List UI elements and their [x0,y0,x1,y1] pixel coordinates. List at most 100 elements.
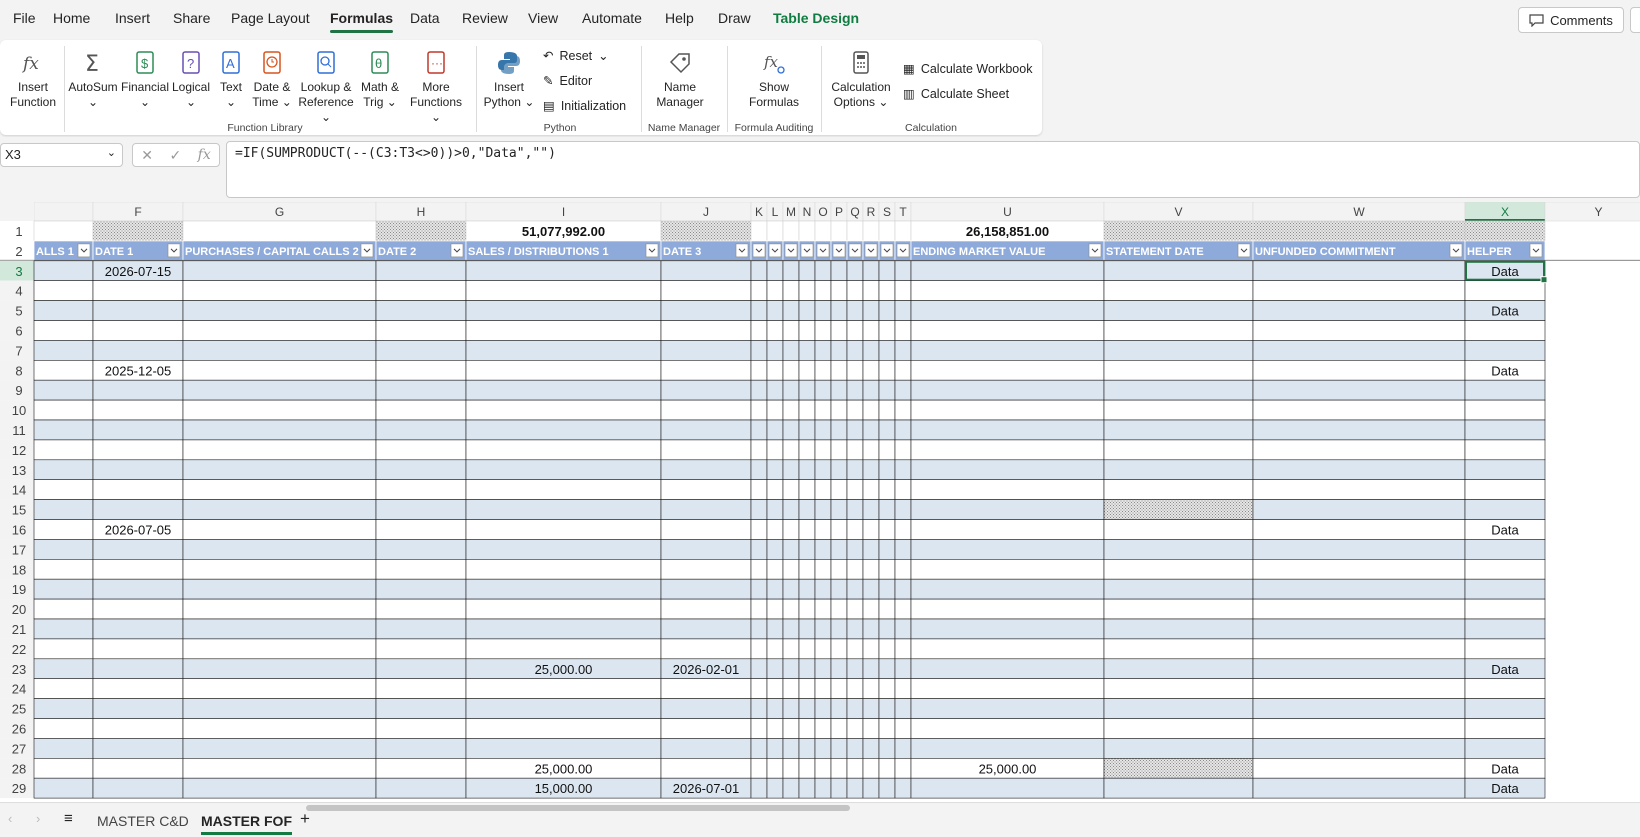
cell[interactable] [782,280,800,301]
cell[interactable] [798,558,816,580]
cell[interactable] [182,379,377,401]
cell[interactable] [1103,260,1254,281]
editor-button[interactable]: ✎ Editor [543,73,592,89]
insert-function-icon[interactable]: fx [198,147,211,163]
cell[interactable] [1464,558,1546,580]
cell[interactable] [1252,598,1466,620]
cell[interactable] [782,379,800,401]
cell[interactable] [375,777,467,799]
cell[interactable] [862,379,880,401]
cell[interactable] [846,260,864,281]
cell[interactable] [766,618,784,640]
cell[interactable] [862,718,880,739]
cell[interactable] [1252,578,1466,600]
cell[interactable] [1464,578,1546,600]
cell[interactable] [1252,539,1466,560]
cell[interactable] [846,718,864,739]
cell[interactable] [375,479,467,500]
cell[interactable] [830,658,848,679]
cell[interactable] [910,618,1105,640]
cell[interactable] [375,419,467,441]
cell[interactable] [878,399,896,421]
cell[interactable] [878,479,896,500]
cell[interactable] [750,419,768,441]
cell[interactable] [846,360,864,381]
cell[interactable] [910,320,1105,341]
cell[interactable] [830,360,848,381]
cell[interactable] [846,578,864,600]
cell[interactable] [894,678,912,699]
cell[interactable] [33,558,94,580]
cell[interactable] [782,340,800,361]
cell[interactable] [766,360,784,381]
cell[interactable] [862,738,880,759]
cell[interactable] [814,399,832,421]
cell[interactable] [862,360,880,381]
sheet-tab-master-cd[interactable]: MASTER C&D [97,813,189,829]
cell[interactable] [846,220,864,242]
cell[interactable] [846,320,864,341]
cell[interactable] [92,340,184,361]
cell[interactable] [465,678,662,699]
cell[interactable] [830,539,848,560]
cell[interactable] [766,558,784,580]
filter-dropdown-icon[interactable] [896,243,910,258]
insert-function-button[interactable]: fx Insert Function [4,50,62,110]
cell[interactable] [92,539,184,560]
cell[interactable] [1103,459,1254,480]
cell[interactable] [894,539,912,560]
cell[interactable] [375,260,467,281]
cell[interactable] [830,260,848,281]
cell[interactable] [846,379,864,401]
cell[interactable] [750,738,768,759]
cell[interactable] [910,419,1105,441]
cell[interactable] [766,578,784,600]
cell[interactable] [878,777,896,799]
cell[interactable] [375,678,467,699]
menu-automate[interactable]: Automate [582,10,642,26]
cell[interactable] [798,439,816,461]
cell[interactable] [750,459,768,480]
cell[interactable] [750,519,768,540]
cell[interactable] [846,658,864,679]
cell[interactable] [33,399,94,421]
cell[interactable] [1252,260,1466,281]
cell[interactable] [33,578,94,600]
cell[interactable] [782,698,800,719]
cell[interactable] [33,419,94,441]
date-time-button[interactable]: Date & Time ⌄ [250,50,294,110]
cell[interactable] [798,419,816,441]
cell[interactable] [1103,439,1254,461]
cell[interactable] [660,698,752,719]
cell[interactable] [375,698,467,719]
cell[interactable] [1252,738,1466,759]
cell[interactable] [878,738,896,759]
cell[interactable] [910,499,1105,520]
cell[interactable] [878,220,896,242]
cell[interactable] [846,499,864,520]
cell[interactable] [465,300,662,321]
filter-dropdown-icon[interactable] [832,243,846,258]
cell[interactable] [782,459,800,480]
cell[interactable] [92,718,184,739]
cell[interactable] [830,738,848,759]
cell[interactable] [1252,280,1466,301]
cell[interactable] [375,718,467,739]
all-sheets-icon[interactable]: ≡ [64,810,73,827]
cell[interactable] [894,439,912,461]
cell[interactable] [878,519,896,540]
cell[interactable] [910,379,1105,401]
cell[interactable] [1464,379,1546,401]
cell[interactable] [375,499,467,520]
cell[interactable] [862,598,880,620]
filter-dropdown-icon[interactable] [752,243,766,258]
cell[interactable] [846,519,864,540]
cell[interactable] [862,618,880,640]
cell[interactable] [182,419,377,441]
cell[interactable] [182,220,377,242]
menu-data[interactable]: Data [410,10,440,26]
cell[interactable] [182,618,377,640]
cell[interactable] [862,280,880,301]
cell[interactable] [798,519,816,540]
more-functions-button[interactable]: ··· More Functions ⌄ [404,50,468,125]
